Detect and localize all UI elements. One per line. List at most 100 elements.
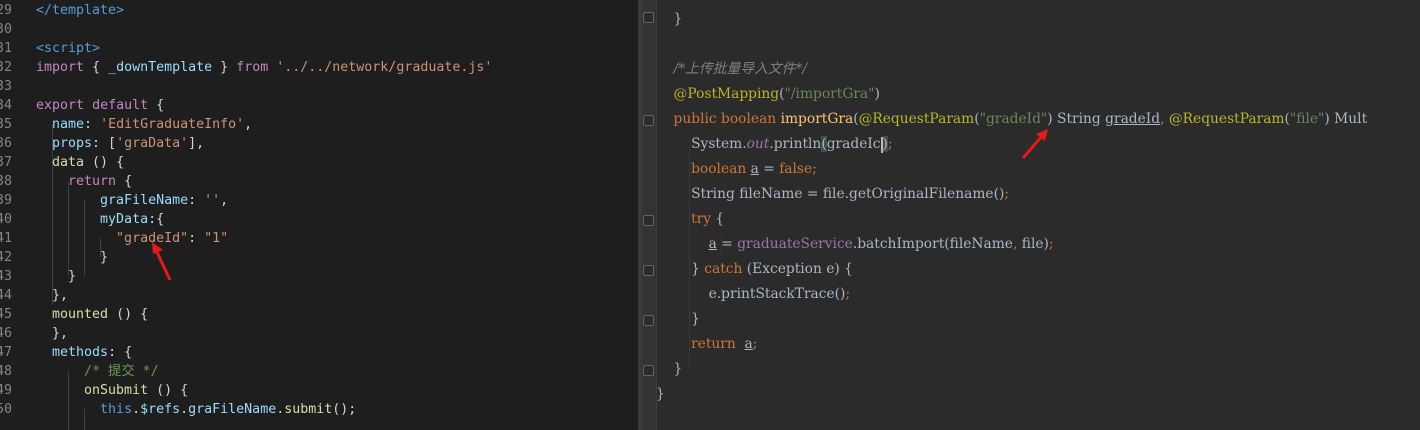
code-token: "/importGra" (784, 86, 875, 102)
code-line[interactable]: try { (656, 207, 724, 232)
code-token: .batchImport(fileName (852, 236, 1013, 252)
red-arrow-annotation (1021, 129, 1048, 159)
code-token: gradeId (1105, 111, 1161, 127)
code-token: { (116, 174, 133, 189)
code-text: } (36, 248, 108, 267)
line-number: 42 (0, 250, 12, 265)
fold-marker-icon[interactable] (643, 315, 654, 326)
code-token: ; (845, 286, 851, 302)
code-token: '../../network/graduate.js' (276, 60, 493, 75)
code-line[interactable]: public boolean importGra(@RequestParam("… (656, 107, 1368, 132)
code-token: submit (284, 402, 333, 417)
code-token: "1" (204, 231, 229, 246)
code-token: @RequestParam (858, 111, 975, 127)
code-token: /*上传批量导入文件*/ (656, 61, 808, 77)
code-token: System. (656, 136, 747, 152)
code-token: ; (1048, 236, 1054, 252)
code-token: boolean (656, 161, 751, 177)
code-token: return (656, 336, 745, 352)
code-token: graduateService (737, 236, 853, 252)
line-number: 43 (0, 269, 12, 284)
line-number: 33 (0, 79, 12, 94)
code-token: }, (36, 288, 69, 303)
code-line[interactable]: } (656, 382, 665, 407)
code-text: return { (36, 172, 132, 191)
code-line[interactable]: /*上传批量导入文件*/ (656, 57, 807, 82)
code-token: } (656, 11, 683, 27)
line-number: 47 (0, 345, 12, 360)
line-number: 30 (0, 22, 12, 37)
code-token: a (744, 336, 753, 352)
code-line[interactable]: boolean a = false; (656, 157, 817, 182)
line-number: 44 (0, 288, 12, 303)
code-token: (); (332, 402, 357, 417)
code-line[interactable]: return a; (656, 332, 757, 357)
fold-marker-icon[interactable] (643, 365, 654, 376)
java-code-editor[interactable]: } /*上传批量导入文件*/ @PostMapping("/importGra"… (642, 0, 1420, 430)
code-text: this.$refs.graFileName.submit(); (36, 400, 356, 419)
code-token: } (656, 361, 683, 377)
code-token: ) String (1047, 111, 1106, 127)
vue-code-editor[interactable]: 29 </template> 30 31 <script> 32 import { _dow… (0, 0, 638, 430)
code-token: 'EditGraduateInfo' (100, 117, 245, 132)
fold-marker-icon[interactable] (643, 12, 654, 23)
code-text: graFileName: '', (36, 191, 228, 210)
code-token: 'graData' (116, 136, 189, 151)
code-token: methods (36, 345, 109, 360)
code-line[interactable]: System.out.println(gradeIc); (656, 132, 893, 157)
code-line[interactable]: } (656, 357, 683, 382)
code-text: /* 提交 */ (36, 362, 159, 381)
code-token: } (656, 311, 700, 327)
code-token: ], (188, 136, 205, 151)
code-line[interactable]: } (656, 307, 700, 332)
code-token: <script> (36, 41, 101, 56)
code-token: ) Mult (1324, 111, 1368, 127)
code-token: this (100, 402, 133, 417)
code-token: catch (704, 261, 747, 277)
code-token: { (148, 98, 165, 113)
code-token: name (36, 117, 85, 132)
code-text: myData:{ (36, 210, 164, 229)
code-token: : [ (92, 136, 117, 151)
screenshot-root: 29 </template> 30 31 <script> 32 import { _dow… (0, 0, 1420, 430)
red-arrow-annotation (152, 242, 172, 281)
code-token: = (758, 161, 780, 177)
fold-marker-icon[interactable] (643, 215, 654, 226)
code-text: onSubmit () { (36, 381, 188, 400)
code-text: name: 'EditGraduateInfo', (36, 115, 252, 134)
code-line[interactable]: e.printStackTrace(); (656, 282, 850, 307)
code-token: export (36, 98, 85, 113)
line-number: 46 (0, 326, 12, 341)
code-text: }, (36, 324, 68, 343)
code-token: } (212, 60, 237, 75)
code-text: }, (36, 286, 68, 305)
code-token: String fileName = file.getOriginalFilena… (656, 186, 1005, 202)
line-number: 35 (0, 117, 12, 132)
fold-gutter (642, 0, 657, 430)
code-line[interactable]: String fileName = file.getOriginalFilena… (656, 182, 1009, 207)
code-token: { (715, 211, 725, 227)
code-token: : (188, 231, 205, 246)
fold-marker-icon[interactable] (643, 265, 654, 276)
code-token: . (180, 402, 189, 417)
code-token: _downTemplate (108, 60, 213, 75)
fold-marker-icon[interactable] (643, 115, 654, 126)
code-token: default (92, 98, 149, 113)
code-token: }, (36, 326, 69, 341)
code-token: ) (874, 86, 880, 102)
line-number: 36 (0, 136, 12, 151)
code-token: ; (1004, 186, 1009, 202)
code-line[interactable]: @PostMapping("/importGra") (656, 82, 880, 107)
code-token: : (84, 117, 101, 132)
code-text: data () { (36, 153, 124, 172)
code-token: : { (108, 345, 133, 360)
code-line[interactable]: a = graduateService.batchImport(fileName… (656, 232, 1054, 257)
line-number: 49 (0, 383, 12, 398)
code-token: } (36, 250, 109, 265)
line-number: 45 (0, 307, 12, 322)
code-line[interactable]: } (656, 7, 683, 32)
code-token: :{ (148, 212, 165, 227)
code-token: graFileName (36, 193, 189, 208)
code-line[interactable]: } catch (Exception e) { (656, 257, 853, 282)
